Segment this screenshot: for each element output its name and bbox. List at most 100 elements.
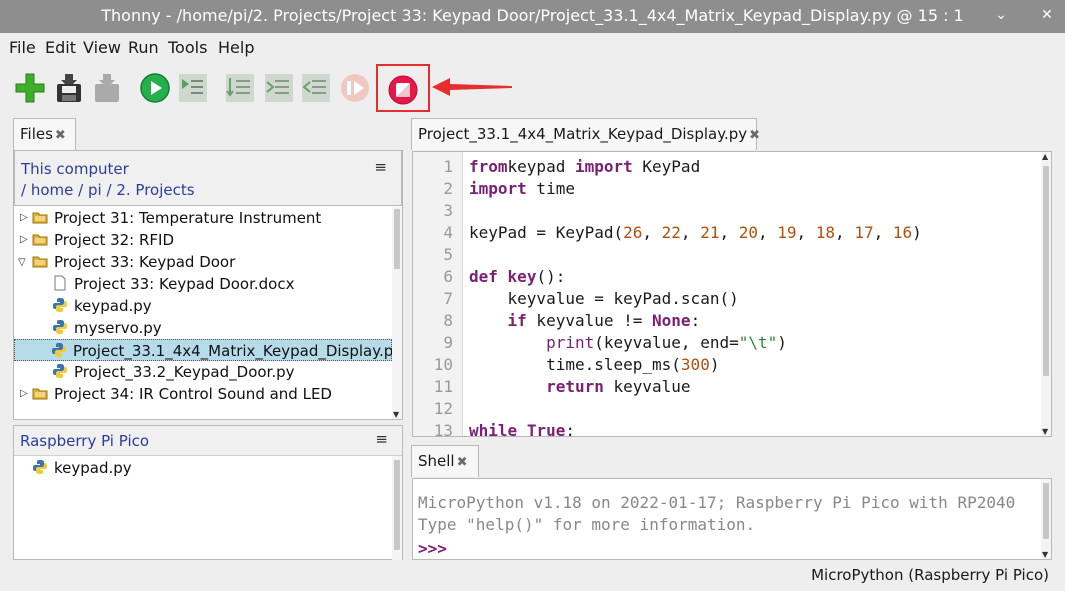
scroll-up-icon[interactable]: ▲ — [1042, 152, 1048, 161]
code-line: def key(): — [469, 267, 565, 286]
list-item[interactable]: Project_33.2_Keypad_Door.py — [52, 361, 295, 383]
toolbar — [0, 62, 1065, 116]
scrollbar-thumb[interactable] — [394, 460, 400, 550]
list-item[interactable]: Project 33: Keypad Door — [32, 251, 235, 273]
shell-prompt[interactable]: >>> — [418, 539, 447, 558]
step-over-icon[interactable] — [224, 72, 256, 104]
step-out-icon[interactable] — [300, 72, 332, 104]
close-icon[interactable]: ✖ — [457, 455, 468, 470]
folder-icon — [32, 212, 48, 224]
code-token: time — [526, 179, 575, 198]
code-token: 19 — [777, 223, 797, 242]
code-line: print(keyvalue, end="\t") — [469, 333, 787, 352]
code-token: , — [835, 223, 855, 242]
expand-triangle-icon[interactable]: ▷ — [20, 212, 28, 223]
code-token: , — [796, 223, 816, 242]
code-token: ) — [777, 333, 787, 352]
list-item-selected[interactable]: Project_33.1_4x4_Matrix_Keypad_Display.p — [14, 339, 393, 361]
shell-scrollbar[interactable]: ▼ — [1041, 479, 1051, 559]
code-token: from — [469, 157, 508, 176]
minimize-button[interactable]: ⌄ — [990, 4, 1012, 26]
editor-scrollbar[interactable]: ▲ ▼ — [1041, 152, 1051, 436]
list-item[interactable]: Project 33: Keypad Door.docx — [52, 273, 294, 295]
code-token: True — [526, 421, 566, 437]
code-editor[interactable]: 1 2 3 4 5 6 7 8 9 10 11 12 13 fromkeypad import KeyP… — [412, 151, 1052, 437]
tab-editor-file[interactable]: Project_33.1_4x4_Matrix_Keypad_Display.p… — [411, 118, 760, 150]
window-title: Thonny - /home/pi/2. Projects/Project 33… — [101, 6, 964, 25]
expand-triangle-icon[interactable]: ▷ — [20, 388, 28, 399]
scroll-down-icon[interactable]: ▼ — [1042, 550, 1048, 559]
pointer-arrow-icon — [432, 78, 512, 96]
code-token: key — [507, 267, 537, 286]
collapse-triangle-icon[interactable]: ▽ — [18, 257, 26, 268]
menu-help[interactable]: Help — [218, 38, 254, 57]
debug-icon[interactable] — [177, 72, 209, 104]
tab-shell[interactable]: Shell ✖ — [411, 445, 479, 477]
list-item[interactable]: keypad.py — [52, 295, 152, 317]
menu-edit[interactable]: Edit — [45, 38, 76, 57]
scroll-down-icon[interactable]: ▼ — [393, 410, 399, 419]
list-item[interactable]: myservo.py — [52, 317, 162, 339]
tree-label: keypad.py — [74, 297, 152, 315]
code-line: while True: — [469, 421, 575, 437]
editor-tab-label: Project_33.1_4x4_Matrix_Keypad_Display.p… — [418, 125, 748, 143]
scroll-down-icon[interactable]: ▼ — [1042, 427, 1048, 436]
close-window-button[interactable]: ✕ — [1036, 4, 1058, 26]
code-line: fromkeypad import KeyPad — [469, 157, 700, 176]
menu-view[interactable]: View — [83, 38, 121, 57]
resume-icon[interactable] — [339, 72, 371, 104]
line-number: 10 — [433, 355, 453, 374]
close-icon[interactable]: ✖ — [749, 128, 760, 143]
menu-file[interactable]: File — [9, 38, 36, 57]
list-item[interactable]: Project 34: IR Control Sound and LED — [32, 383, 332, 405]
interpreter-status[interactable]: MicroPython (Raspberry Pi Pico) — [811, 566, 1049, 584]
new-file-icon[interactable] — [14, 72, 46, 104]
load-icon[interactable] — [91, 72, 123, 104]
pico-panel: Raspberry Pi Pico ≡ keypad.py — [13, 425, 403, 560]
title-bar: Thonny - /home/pi/2. Projects/Project 33… — [0, 0, 1065, 33]
files-scrollbar[interactable]: ▼ — [392, 207, 402, 419]
line-number: 9 — [443, 333, 453, 352]
files-menu-icon[interactable]: ≡ — [374, 158, 387, 176]
pico-menu-icon[interactable]: ≡ — [375, 430, 388, 448]
tree-label: Project 31: Temperature Instrument — [54, 209, 322, 227]
python-file-icon — [53, 364, 67, 378]
step-into-icon[interactable] — [263, 72, 295, 104]
expand-triangle-icon[interactable]: ▷ — [20, 234, 28, 245]
code-token: 22 — [661, 223, 681, 242]
code-token: def — [469, 267, 498, 286]
code-token: return — [546, 377, 604, 396]
python-file-icon — [53, 298, 67, 312]
scrollbar-thumb[interactable] — [1043, 166, 1049, 376]
code-token: "\t" — [738, 333, 778, 352]
run-icon[interactable] — [139, 72, 171, 104]
menu-run[interactable]: Run — [128, 38, 159, 57]
code-token: , — [680, 223, 701, 242]
pico-scrollbar[interactable] — [392, 456, 402, 560]
breadcrumb-pi[interactable]: pi — [88, 181, 102, 199]
list-item[interactable]: Project 31: Temperature Instrument — [32, 207, 321, 229]
scrollbar-thumb[interactable] — [1043, 483, 1049, 539]
code-line: return keyvalue — [469, 377, 691, 396]
code-line: time.sleep_ms(300) — [469, 355, 719, 374]
code-token: None — [652, 311, 691, 330]
save-icon[interactable] — [53, 72, 85, 104]
code-token: import — [469, 179, 527, 198]
line-number: 13 — [433, 421, 453, 437]
tab-files[interactable]: Files ✖ — [13, 118, 76, 150]
line-number: 1 — [443, 157, 453, 176]
scrollbar-thumb[interactable] — [394, 209, 400, 269]
folder-icon — [32, 388, 48, 400]
breadcrumb-projects[interactable]: 2. Projects — [116, 181, 194, 199]
code-line: import time — [469, 179, 575, 198]
list-item[interactable]: Project 32: RFID — [32, 229, 174, 251]
close-icon[interactable]: ✖ — [55, 128, 66, 143]
shell-console[interactable]: MicroPython v1.18 on 2022-01-17; Raspber… — [412, 478, 1052, 560]
breadcrumb-home[interactable]: home — [31, 181, 74, 199]
menu-tools[interactable]: Tools — [168, 38, 207, 57]
list-item[interactable]: keypad.py — [32, 457, 132, 479]
code-token: keypad — [507, 157, 575, 176]
breadcrumb: / home / pi / 2. Projects — [21, 181, 195, 199]
this-computer-label: This computer — [21, 160, 129, 178]
